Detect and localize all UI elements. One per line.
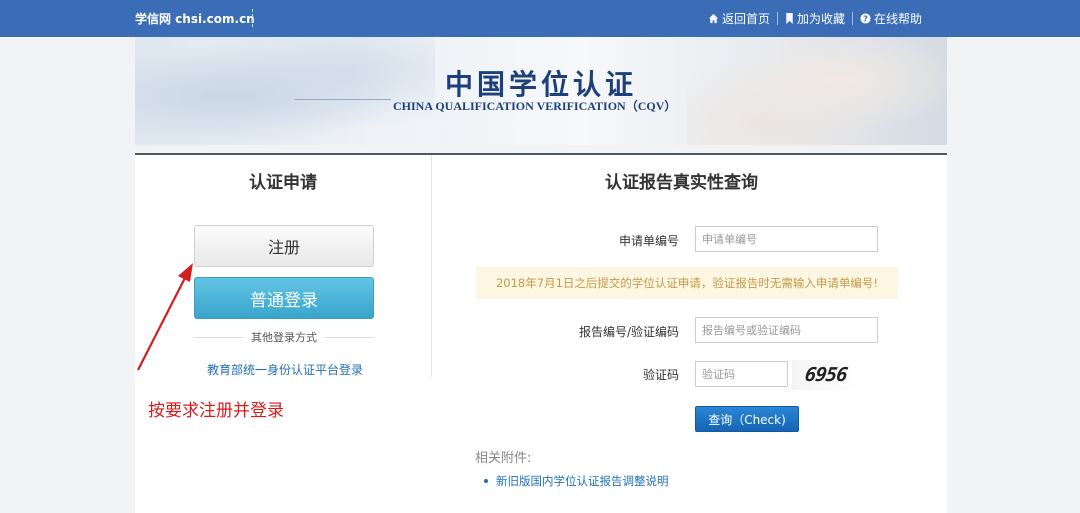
captcha-code: 6956 xyxy=(803,364,849,386)
captcha-label: 验证码 xyxy=(642,368,679,382)
divider-line xyxy=(325,336,374,338)
top-divider xyxy=(851,12,853,25)
top-divider xyxy=(776,12,778,25)
banner-subtitle: CHINA QUALIFICATION VERIFICATION（CQV） xyxy=(393,99,677,113)
login-button[interactable]: 普通登录 xyxy=(194,277,374,319)
bookmark-link[interactable]: 加为收藏 xyxy=(785,10,845,27)
world-map-graphic xyxy=(135,37,435,145)
top-bar: 学信网 chsi.com.cn 返回首页 加为收藏 ? 在线帮助 xyxy=(0,0,1080,37)
help-link[interactable]: ? 在线帮助 xyxy=(860,10,922,27)
attachments-title: 相关附件: xyxy=(475,451,532,466)
brand-separator xyxy=(252,9,253,27)
bookmark-link-label: 加为收藏 xyxy=(796,12,845,26)
other-login-label: 其他登录方式 xyxy=(251,331,317,344)
verification-panel: 认证报告真实性查询 申请单编号 申请单编号 2018年7月1日之后提交的学位认证… xyxy=(432,155,947,513)
svg-text:?: ? xyxy=(863,13,868,23)
register-button[interactable]: 注册 xyxy=(194,225,374,267)
check-button[interactable]: 查询（Check) xyxy=(695,406,799,432)
application-panel-title: 认证申请 xyxy=(249,173,317,193)
moe-unified-login-link[interactable]: 教育部统一身份认证平台登录 xyxy=(207,361,363,378)
attachment-link[interactable]: 新旧版国内学位认证报告调整说明 xyxy=(484,473,669,489)
captcha-image[interactable]: 6956 xyxy=(792,360,860,390)
top-links: 返回首页 加为收藏 ? 在线帮助 xyxy=(708,10,922,27)
annotation-text: 按要求注册并登录 xyxy=(148,401,284,421)
cqv-banner: 中国学位认证 CHINA QUALIFICATION VERIFICATION（… xyxy=(135,37,947,145)
main-card: 认证申请 注册 普通登录 其他登录方式 教育部统一身份认证平台登录 按要求注册并… xyxy=(135,153,947,513)
hands-photo-graphic xyxy=(687,37,947,145)
help-link-label: 在线帮助 xyxy=(873,12,922,26)
application-number-input[interactable]: 申请单编号 xyxy=(695,226,878,252)
report-number-input[interactable]: 报告编号或验证编码 xyxy=(695,317,878,343)
application-panel: 认证申请 注册 普通登录 其他登录方式 教育部统一身份认证平台登录 xyxy=(135,155,432,377)
application-number-label: 申请单编号 xyxy=(618,234,679,248)
home-link-label: 返回首页 xyxy=(721,12,770,26)
site-brand[interactable]: 学信网 chsi.com.cn xyxy=(135,10,255,27)
notice-banner: 2018年7月1日之后提交的学位认证申请，验证报告时无需输入申请单编号! xyxy=(476,267,898,299)
other-login-divider: 其他登录方式 xyxy=(194,329,374,345)
bullet-icon xyxy=(484,479,488,483)
help-icon: ? xyxy=(860,13,871,24)
banner-rule xyxy=(295,99,391,100)
attachment-link-label: 新旧版国内学位认证报告调整说明 xyxy=(496,474,669,488)
bookmark-icon xyxy=(785,13,794,24)
report-number-label: 报告编号/验证编码 xyxy=(578,325,679,339)
home-icon xyxy=(708,13,719,24)
home-link[interactable]: 返回首页 xyxy=(708,10,770,27)
captcha-input[interactable]: 验证码 xyxy=(695,361,788,387)
verification-panel-title: 认证报告真实性查询 xyxy=(605,173,758,193)
divider-line xyxy=(194,336,243,338)
